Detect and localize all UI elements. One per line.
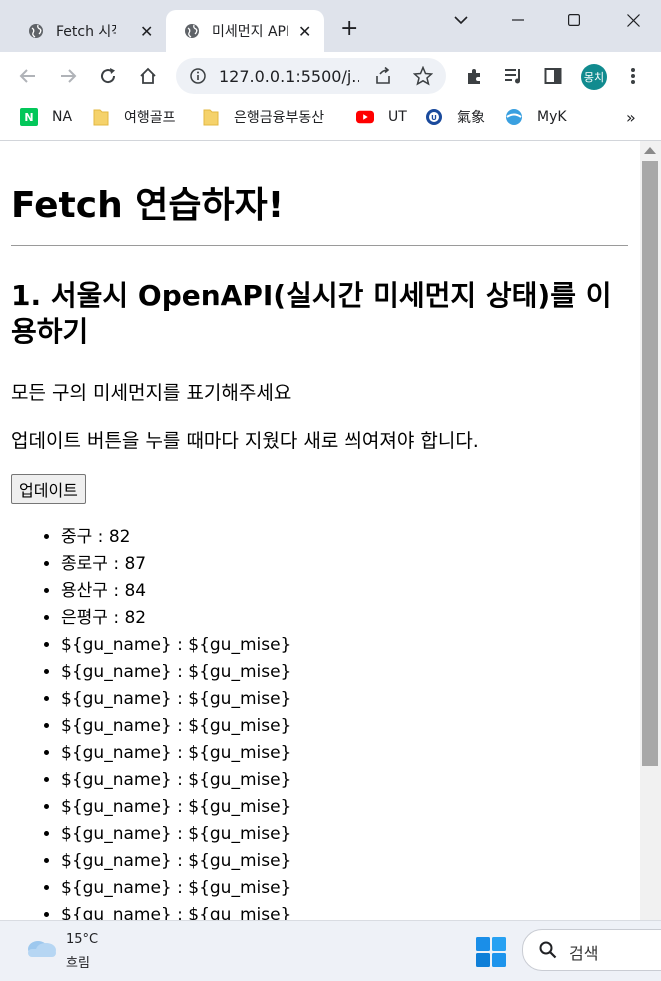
bookmarks-overflow-button[interactable]: » [626,107,636,127]
media-control-icon[interactable] [502,64,526,88]
menu-kebab-icon[interactable] [621,64,645,88]
reload-icon[interactable] [97,65,119,87]
list-item: ${gu_name} : ${gu_mise} [61,821,291,848]
update-button[interactable]: 업데이트 [11,474,86,504]
os-taskbar: 15°C 흐림 검색 [0,920,661,981]
list-item: ${gu_name} : ${gu_mise} [61,659,291,686]
youtube-icon [356,108,374,126]
profile-avatar[interactable]: 몽치 [581,64,607,90]
bookmark-na[interactable]: N NA [20,107,72,127]
list-item: ${gu_name} : ${gu_mise} [61,686,291,713]
scroll-thumb[interactable] [642,161,658,766]
tab-fetch-start[interactable]: Fetch 시작하기 ✕ [0,10,166,52]
list-item: 종로구 : 87 [61,551,291,578]
svg-text:U: U [431,114,437,122]
tab-search-icon[interactable] [433,0,489,40]
list-item: 중구 : 82 [61,524,291,551]
list-item: ${gu_name} : ${gu_mise} [61,713,291,740]
bookmark-ut[interactable]: UT [356,107,407,127]
list-item: ${gu_name} : ${gu_mise} [61,794,291,821]
divider [11,245,628,246]
bookmark-label: NA [52,109,73,125]
page-title: Fetch 연습하자! [11,185,285,226]
share-icon[interactable] [374,67,392,85]
back-icon[interactable] [17,65,39,87]
list-item: ${gu_name} : ${gu_mise} [61,632,291,659]
weather-site-icon: U [425,108,443,126]
naver-icon: N [20,108,38,126]
list-item: ${gu_name} : ${gu_mise} [61,902,291,920]
close-tab-icon[interactable]: ✕ [298,22,311,41]
list-item: 용산구 : 84 [61,578,291,605]
maximize-icon[interactable] [546,0,602,40]
extensions-icon[interactable] [462,64,486,88]
list-item: ${gu_name} : ${gu_mise} [61,740,291,767]
url-text: 127.0.0.1:5500/j... [219,67,359,86]
bookmark-label: UT [388,109,407,125]
list-item: 은평구 : 82 [61,605,291,632]
bookmarks-bar: N NA 여행골프 은행금융부동산 UT U 氣象 MyK » [0,100,661,141]
search-label: 검색 [569,944,599,963]
forward-icon[interactable] [57,65,79,87]
bookmark-myk[interactable]: MyK [505,107,567,127]
dust-list: 중구 : 82 종로구 : 87 용산구 : 84 은평구 : 82 ${gu_… [11,524,291,920]
globe-icon [185,24,199,38]
browser-toolbar: 127.0.0.1:5500/j... 몽치 [0,52,661,100]
tab-title: Fetch 시작하기 [56,24,116,40]
close-tab-icon[interactable]: ✕ [140,22,153,41]
bookmark-folder-finance[interactable]: 은행금융부동산 [202,107,324,127]
instruction-text: 모든 구의 미세먼지를 표기해주세요 [11,382,292,404]
close-window-icon[interactable] [605,0,661,40]
minimize-icon[interactable] [490,0,546,40]
bookmark-folder-travel[interactable]: 여행골프 [92,107,176,127]
vertical-scrollbar[interactable] [640,141,661,920]
list-item: ${gu_name} : ${gu_mise} [61,848,291,875]
taskbar-search[interactable]: 검색 [522,929,661,971]
bookmark-weather[interactable]: U 氣象 [425,107,485,127]
myk-icon [505,108,523,126]
search-icon [539,941,557,959]
bookmark-label: 氣象 [457,110,485,126]
instruction-text: 업데이트 버튼을 누를 때마다 지웠다 새로 씌여져야 합니다. [11,430,479,452]
new-tab-icon[interactable]: + [340,18,358,40]
scroll-up-arrow-icon[interactable] [644,147,656,154]
windows-start-icon[interactable] [476,937,506,967]
section-heading: 1. 서울시 OpenAPI(실시간 미세먼지 상태)를 이용하기 [11,279,612,348]
weather-temperature[interactable]: 15°C [66,932,98,947]
info-icon[interactable] [190,68,206,84]
folder-icon [92,108,110,126]
list-item: ${gu_name} : ${gu_mise} [61,767,291,794]
bookmark-label: 은행금융부동산 [234,110,325,126]
home-icon[interactable] [137,65,159,87]
page-viewport: Fetch 연습하자! 1. 서울시 OpenAPI(실시간 미세먼지 상태)를… [0,141,640,920]
globe-icon [29,24,43,38]
address-bar[interactable]: 127.0.0.1:5500/j... [176,58,446,94]
tab-strip: Fetch 시작하기 ✕ 미세먼지 API ✕ + [0,0,661,52]
tab-mise-api[interactable]: 미세먼지 API ✕ [166,10,324,52]
side-panel-icon[interactable] [541,64,565,88]
tab-title: 미세먼지 API [212,24,288,40]
cloud-icon[interactable] [24,935,58,959]
bookmark-star-icon[interactable] [413,66,433,86]
weather-condition[interactable]: 흐림 [66,952,90,971]
folder-icon [202,108,220,126]
bookmark-label: 여행골프 [124,110,176,126]
list-item: ${gu_name} : ${gu_mise} [61,875,291,902]
bookmark-label: MyK [537,109,567,125]
